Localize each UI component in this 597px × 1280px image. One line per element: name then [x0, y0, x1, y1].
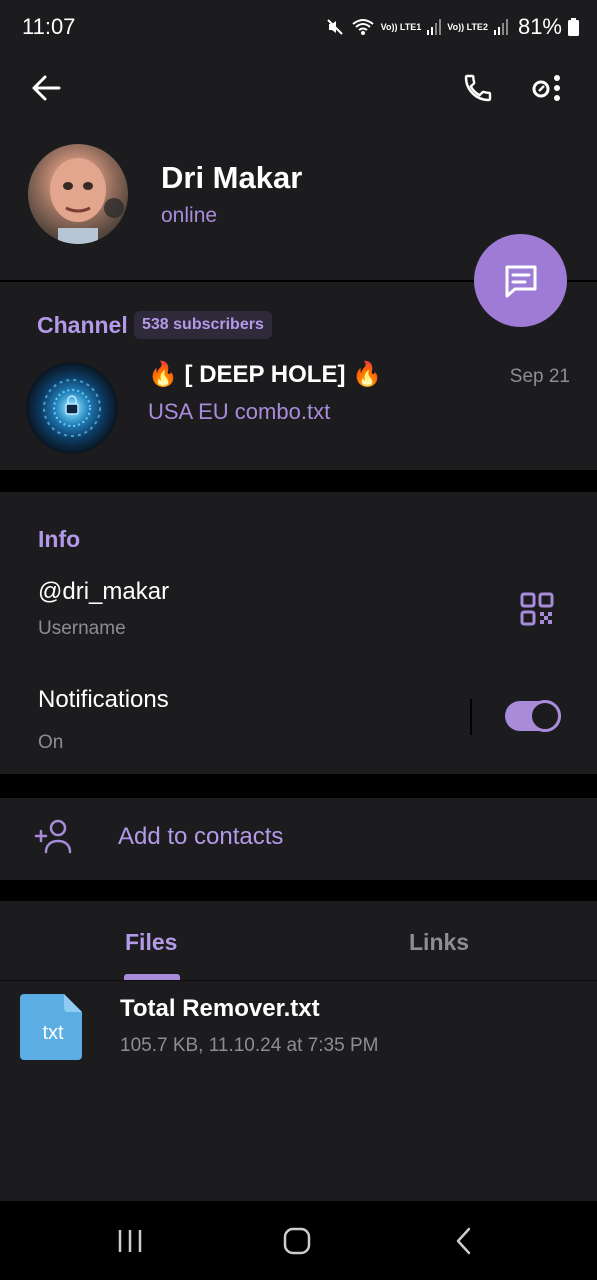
- info-section: Info @dri_makar Username Notifications O…: [0, 492, 597, 774]
- qr-code-icon: [520, 592, 554, 626]
- info-label: Info: [38, 526, 81, 552]
- channel-title: 🔥 [ DEEP HOLE] 🔥: [148, 361, 383, 388]
- network-2-label: Vo)) LTE2: [447, 22, 488, 32]
- home-icon: [283, 1227, 311, 1255]
- network-1-label: Vo)) LTE1: [380, 22, 422, 32]
- channel-date: Sep 21: [509, 366, 570, 387]
- profile-name: Dri Makar: [161, 160, 303, 195]
- txt-file-icon: txt: [20, 994, 86, 1060]
- notifications-value: On: [38, 732, 64, 753]
- qr-code-button[interactable]: [520, 592, 554, 626]
- add-to-contacts-label: Add to contacts: [118, 823, 284, 850]
- system-back-button[interactable]: [442, 1221, 486, 1261]
- wifi-icon: [351, 19, 374, 35]
- notifications-divider: [470, 699, 472, 735]
- subscribers-badge: 538 subscribers: [134, 311, 272, 339]
- home-button[interactable]: [275, 1221, 319, 1261]
- phone-icon: [464, 74, 492, 102]
- arrow-left-icon: [32, 75, 61, 101]
- add-person-icon: [34, 819, 72, 854]
- status-bar: 11:07 Vo)) LTE1 Vo)) LTE2 81%: [0, 0, 597, 54]
- status-time: 11:07: [22, 14, 76, 39]
- avatar[interactable]: [28, 144, 128, 244]
- more-vertical-icon: [532, 75, 560, 101]
- add-to-contacts-row[interactable]: Add to contacts: [0, 798, 597, 880]
- username-caption: Username: [38, 618, 126, 639]
- tab-links[interactable]: Links: [409, 929, 469, 956]
- toggle-knob: [529, 700, 561, 732]
- channel-avatar: [26, 362, 118, 454]
- tab-files[interactable]: Files: [125, 929, 177, 956]
- channel-label: Channel: [37, 312, 128, 338]
- toolbar: [0, 54, 597, 124]
- profile-status: online: [161, 204, 218, 227]
- recents-icon: [118, 1230, 142, 1252]
- call-button[interactable]: [456, 68, 500, 108]
- username-value: @dri_makar: [38, 578, 170, 605]
- notifications-toggle[interactable]: [505, 700, 561, 732]
- signal-2-icon: [493, 19, 508, 35]
- avatar-image: [50, 158, 124, 244]
- signal-1-icon: [427, 19, 442, 35]
- tabs-divider: [0, 980, 597, 981]
- message-fab[interactable]: [474, 234, 567, 327]
- channel-last-message: USA EU combo.txt: [148, 399, 331, 424]
- mute-icon: [326, 19, 343, 35]
- file-meta: 105.7 KB, 11.10.24 at 7:35 PM: [120, 1035, 379, 1056]
- system-nav-bar: [0, 1201, 597, 1280]
- recents-button[interactable]: [108, 1221, 152, 1261]
- more-options-button[interactable]: [526, 68, 568, 108]
- channel-avatar-image: [43, 379, 101, 437]
- chevron-left-icon: [456, 1227, 471, 1255]
- status-icons: Vo)) LTE1 Vo)) LTE2 81%: [325, 12, 579, 42]
- file-name: Total Remover.txt: [120, 995, 320, 1022]
- notifications-title: Notifications: [38, 686, 169, 713]
- back-button[interactable]: [24, 68, 68, 108]
- battery-percent: 81%: [517, 14, 562, 39]
- media-tabs-section: Files Links txt Total Remover.txt 105.7 …: [0, 901, 597, 1201]
- file-icon-label: txt: [42, 1022, 64, 1044]
- battery-icon: [568, 18, 579, 36]
- message-icon: [505, 265, 536, 297]
